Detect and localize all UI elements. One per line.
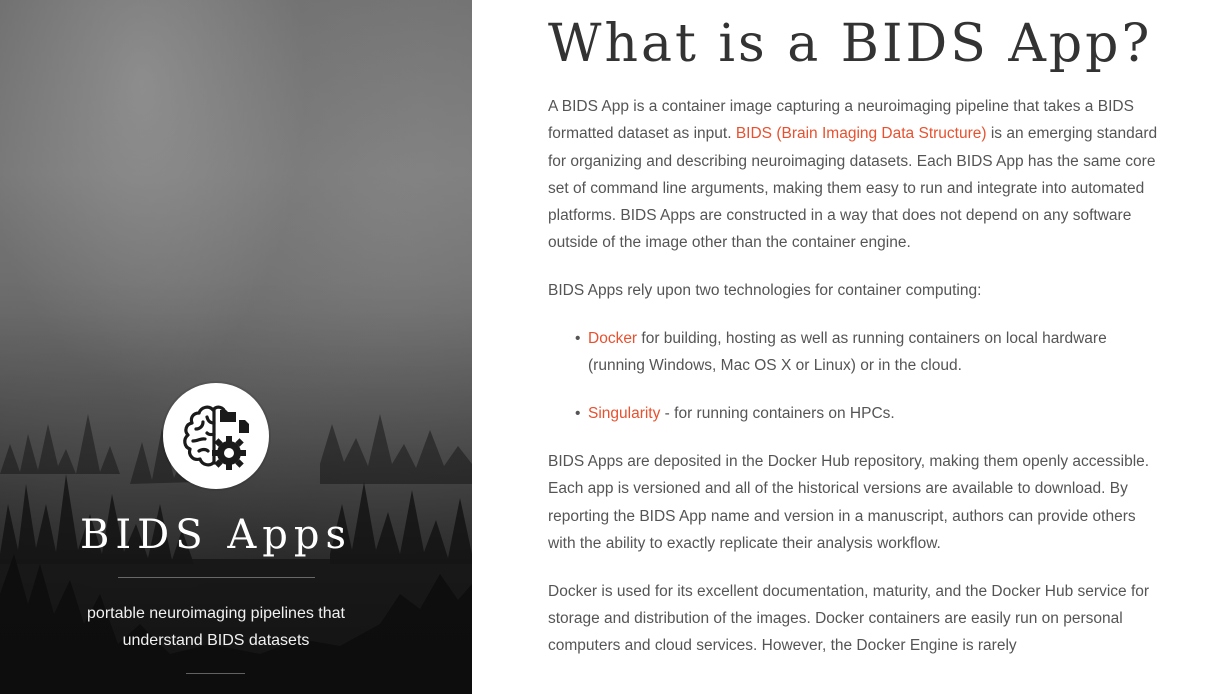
bullet-icon: • <box>575 405 581 423</box>
article-body: A BIDS App is a container image capturin… <box>548 93 1164 680</box>
docker-hub-paragraph: BIDS Apps are deposited in the Docker Hu… <box>548 452 1150 552</box>
sidebar-shade <box>0 0 472 694</box>
list-item-docker: • Docker for building, hosting as well as… <box>575 325 1164 380</box>
bids-link[interactable]: BIDS (Brain Imaging Data Structure) <box>736 125 987 142</box>
docker-usage-paragraph: Docker is used for its excellent documen… <box>548 582 1150 655</box>
technologies-paragraph: BIDS Apps rely upon two technologies for… <box>548 282 982 300</box>
bullet-icon: • <box>575 330 581 348</box>
logo[interactable] <box>163 383 269 489</box>
docker-link[interactable]: Docker <box>588 330 637 347</box>
docker-text: for building, hosting as well as running… <box>588 330 1107 375</box>
singularity-link[interactable]: Singularity <box>588 405 660 422</box>
intro-text-after: is an emerging standard for organizing a… <box>548 125 1158 252</box>
singularity-text: - for running containers on HPCs. <box>660 405 895 423</box>
technologies-list: • Docker for building, hosting as well as… <box>548 325 1164 427</box>
site-title[interactable]: BIDS Apps <box>0 508 432 562</box>
main-content: What is a BIDS App? A BIDS App is a cont… <box>548 0 1164 694</box>
site-tagline: portable neuroimaging pipelines that und… <box>87 605 345 649</box>
intro-paragraph: A BIDS App is a container image capturin… <box>548 93 1164 257</box>
page-heading: What is a BIDS App? <box>548 14 1153 74</box>
sidebar: BIDS Apps portable neuroimaging pipeline… <box>0 0 472 694</box>
title-divider <box>118 577 315 578</box>
tagline-divider <box>186 673 245 674</box>
brain-gear-icon <box>183 405 249 470</box>
page: BIDS Apps portable neuroimaging pipeline… <box>0 0 1209 694</box>
list-item-singularity: • Singularity - for running containers on… <box>575 400 1164 427</box>
